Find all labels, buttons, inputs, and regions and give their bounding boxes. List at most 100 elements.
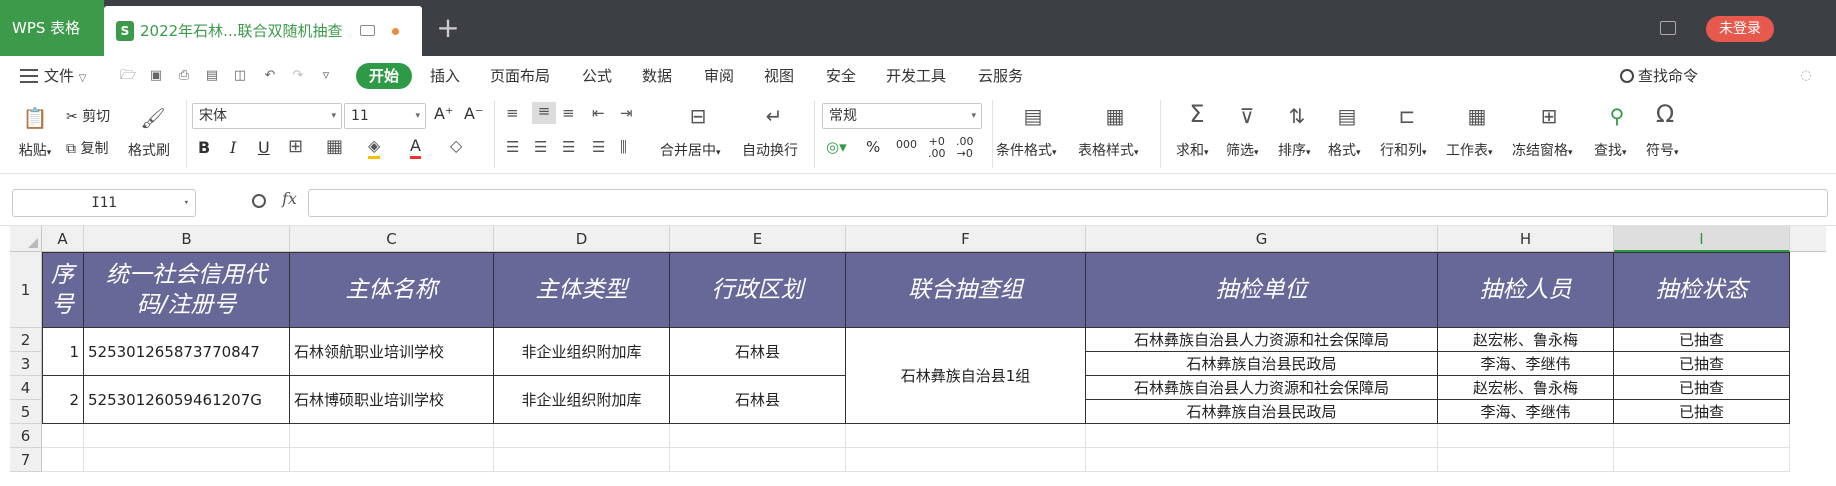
paste-button[interactable]: 粘贴▾ <box>12 140 58 160</box>
freeze-panes-button[interactable]: 冻结窗格▾ <box>1512 140 1573 160</box>
column-header-b[interactable]: B <box>84 226 290 252</box>
row-header-2[interactable]: 2 <box>10 328 42 352</box>
formula-input[interactable] <box>308 189 1828 217</box>
sum-button[interactable]: 求和▾ <box>1176 140 1209 160</box>
search-command[interactable]: 查找命令 <box>1620 56 1698 96</box>
menu-icon[interactable] <box>20 69 38 83</box>
empty-cell[interactable] <box>1438 424 1614 448</box>
cell-name[interactable]: 石林博硕职业培训学校 <box>290 376 494 424</box>
spreadsheet-grid[interactable]: A B C D E F G H I 1 2 3 4 5 6 7 序号 统一社会信… <box>10 226 1826 476</box>
file-menu[interactable]: 文件 ▽ <box>44 56 87 96</box>
zoom-icon[interactable] <box>252 194 266 208</box>
column-header-g[interactable]: G <box>1086 226 1438 252</box>
header-cell-type[interactable]: 主体类型 <box>494 252 670 328</box>
table-style-button[interactable]: 表格样式▾ <box>1078 140 1139 160</box>
empty-cell[interactable] <box>494 424 670 448</box>
currency-icon[interactable]: ◎▾ <box>826 138 847 156</box>
header-cell-code[interactable]: 统一社会信用代码/注册号 <box>84 252 290 328</box>
cell-staff[interactable]: 李海、李继伟 <box>1438 352 1614 376</box>
cell-region[interactable]: 石林县 <box>670 328 846 376</box>
cell-type[interactable]: 非企业组织附加库 <box>494 328 670 376</box>
bold-button[interactable]: B <box>198 138 210 157</box>
cell-no[interactable]: 2 <box>42 376 84 424</box>
empty-cell[interactable] <box>670 448 846 472</box>
decrease-decimal-icon[interactable]: .00 →0 <box>956 136 974 160</box>
fill-style-icon[interactable]: ▦ <box>326 136 343 157</box>
preview-icon[interactable]: ◫ <box>232 68 248 84</box>
underline-button[interactable]: U <box>258 138 270 157</box>
empty-cell[interactable] <box>1614 424 1790 448</box>
save-icon[interactable]: ▣ <box>148 68 164 84</box>
thousands-button[interactable]: 000 <box>896 138 917 151</box>
redo-icon[interactable]: ↷ <box>290 68 306 84</box>
tab-insert[interactable]: 插入 <box>430 56 460 96</box>
empty-cell[interactable] <box>290 424 494 448</box>
select-all-corner[interactable] <box>10 226 42 252</box>
cell-unit[interactable]: 石林彝族自治县人力资源和社会保障局 <box>1086 376 1438 400</box>
cell-unit[interactable]: 石林彝族自治县民政局 <box>1086 400 1438 424</box>
cut-button[interactable]: ✂ 剪切 <box>66 106 110 126</box>
empty-cell[interactable] <box>84 448 290 472</box>
align-top-icon[interactable]: ≡ <box>506 104 519 122</box>
customize-icon[interactable]: ▿ <box>318 68 334 84</box>
fill-color-icon[interactable]: ◈ <box>368 136 381 159</box>
tab-security[interactable]: 安全 <box>826 56 856 96</box>
tab-view[interactable]: 视图 <box>764 56 794 96</box>
column-header-e[interactable]: E <box>670 226 846 252</box>
name-box[interactable]: I11 ▾ <box>12 189 196 217</box>
cell-no[interactable]: 1 <box>42 328 84 376</box>
empty-cell[interactable] <box>290 448 494 472</box>
filter-button[interactable]: 筛选▾ <box>1226 140 1259 160</box>
decrease-font-icon[interactable]: A⁻ <box>464 104 483 123</box>
column-header-c[interactable]: C <box>290 226 494 252</box>
format-button[interactable]: 格式▾ <box>1328 140 1361 160</box>
row-header-5[interactable]: 5 <box>10 400 42 424</box>
copy-button[interactable]: ⧉ 复制 <box>66 138 108 158</box>
row-header-3[interactable]: 3 <box>10 352 42 376</box>
find-button[interactable]: 查找▾ <box>1594 140 1627 160</box>
header-cell-name[interactable]: 主体名称 <box>290 252 494 328</box>
tab-developer[interactable]: 开发工具 <box>886 56 946 96</box>
wrap-text-button[interactable]: 自动换行 <box>742 140 798 160</box>
tab-cloud[interactable]: 云服务 <box>978 56 1023 96</box>
open-icon[interactable]: 🗁 <box>120 68 136 84</box>
row-header-7[interactable]: 7 <box>10 448 42 472</box>
border-icon[interactable]: ⊞ <box>288 136 303 157</box>
header-cell-status[interactable]: 抽检状态 <box>1614 252 1790 328</box>
empty-cell[interactable] <box>42 424 84 448</box>
cell-status[interactable]: 已抽查 <box>1614 352 1790 376</box>
cell-status[interactable]: 已抽查 <box>1614 376 1790 400</box>
format-painter-button[interactable]: 格式刷 <box>128 140 170 160</box>
header-cell-no[interactable]: 序号 <box>42 252 84 328</box>
row-header-1[interactable]: 1 <box>10 252 42 328</box>
justify-icon[interactable]: ☰ <box>592 138 605 156</box>
window-mode-icon[interactable] <box>1660 21 1676 35</box>
new-tab-button[interactable]: + <box>430 10 466 46</box>
tab-home[interactable]: 开始 <box>356 63 412 89</box>
empty-cell[interactable] <box>670 424 846 448</box>
number-format-select[interactable]: 常规 ▾ <box>822 103 982 129</box>
cell-staff[interactable]: 赵宏彬、鲁永梅 <box>1438 376 1614 400</box>
empty-cell[interactable] <box>1614 448 1790 472</box>
app-tab[interactable]: WPS 表格 <box>0 0 104 56</box>
column-header-f[interactable]: F <box>846 226 1086 252</box>
empty-cell[interactable] <box>846 424 1086 448</box>
cell-code[interactable]: 52530126059461207G <box>84 376 290 424</box>
header-cell-region[interactable]: 行政区划 <box>670 252 846 328</box>
symbol-button[interactable]: 符号▾ <box>1646 140 1679 160</box>
comment-icon[interactable]: ◌ <box>1798 68 1814 84</box>
row-header-4[interactable]: 4 <box>10 376 42 400</box>
cell-code[interactable]: 52530126587377084​7 <box>84 328 290 376</box>
increase-decimal-icon[interactable]: +0.00 <box>928 136 946 160</box>
font-color-icon[interactable]: A <box>410 136 421 159</box>
increase-font-icon[interactable]: A⁺ <box>434 104 453 123</box>
empty-cell[interactable] <box>1438 448 1614 472</box>
row-header-6[interactable]: 6 <box>10 424 42 448</box>
merge-center-button[interactable]: 合并居中▾ <box>660 140 721 160</box>
document-tab[interactable]: S 2022年石林...联合双随机抽查 <box>104 6 422 56</box>
cell-unit[interactable]: 石林彝族自治县人力资源和社会保障局 <box>1086 328 1438 352</box>
print-preview-icon[interactable]: ▤ <box>204 68 220 84</box>
align-bottom-icon[interactable]: ≡ <box>562 104 575 122</box>
indent-decrease-icon[interactable]: ⇤ <box>592 104 605 122</box>
clear-format-icon[interactable]: ◇ <box>450 136 462 155</box>
